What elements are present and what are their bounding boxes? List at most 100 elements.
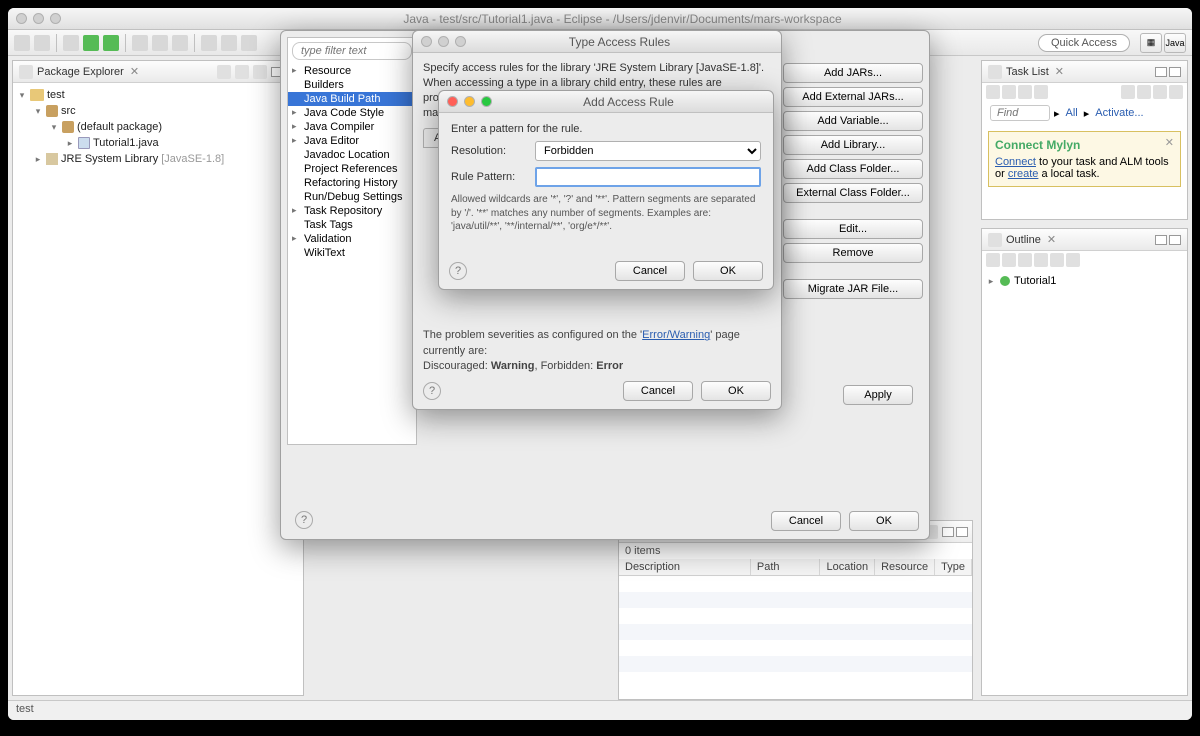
minimize-icon[interactable] (464, 96, 475, 107)
java-perspective-button[interactable]: Java (1164, 33, 1186, 53)
window-traffic-lights[interactable] (16, 13, 61, 24)
list-item[interactable]: Resource (288, 64, 416, 78)
hide-fields-icon[interactable] (1002, 253, 1016, 267)
list-item[interactable]: WikiText (288, 246, 416, 260)
task-all-link[interactable]: All (1066, 107, 1078, 119)
new-package-icon[interactable] (132, 35, 148, 51)
list-item[interactable]: Java Code Style (288, 106, 416, 120)
ok-button[interactable]: OK (701, 381, 771, 401)
add-external-jars-button[interactable]: Add External JARs... (783, 87, 923, 107)
run-icon[interactable] (83, 35, 99, 51)
maximize-pane-icon[interactable] (1169, 67, 1181, 77)
help-icon[interactable]: ? (449, 262, 467, 280)
minimize-icon[interactable] (33, 13, 44, 24)
close-icon[interactable] (447, 96, 458, 107)
close-icon[interactable] (16, 13, 27, 24)
schedule-icon[interactable] (1018, 85, 1032, 99)
categorize-icon[interactable] (1002, 85, 1016, 99)
column-header[interactable]: Type (935, 559, 972, 575)
minimize-pane-icon[interactable] (942, 527, 954, 537)
column-header[interactable]: Location (820, 559, 875, 575)
list-item[interactable]: Builders (288, 78, 416, 92)
column-header[interactable]: Path (751, 559, 821, 575)
tree-item[interactable]: JRE System Library (61, 153, 158, 165)
list-item[interactable]: Task Tags (288, 218, 416, 232)
tree-item[interactable]: (default package) (77, 121, 162, 133)
close-icon[interactable]: ✕ (130, 65, 139, 78)
minimize-pane-icon[interactable] (1155, 67, 1167, 77)
maximize-pane-icon[interactable] (956, 527, 968, 537)
close-icon[interactable] (421, 36, 432, 47)
category-list[interactable]: Resource Builders Java Build Path Java C… (288, 64, 416, 260)
filter-input[interactable] (292, 42, 412, 60)
apply-button[interactable]: Apply (843, 385, 913, 405)
menu-icon[interactable] (1169, 85, 1183, 99)
view-menu-icon[interactable] (253, 65, 267, 79)
mylyn-create-link[interactable]: create (1008, 168, 1039, 180)
minimize-icon[interactable] (438, 36, 449, 47)
list-item[interactable]: Java Compiler (288, 120, 416, 134)
column-header[interactable]: Description (619, 559, 751, 575)
close-icon[interactable]: ✕ (1165, 136, 1174, 149)
minimize-pane-icon[interactable] (1155, 235, 1167, 245)
open-perspective-button[interactable]: ▦ (1140, 33, 1162, 53)
filter-icon[interactable] (1153, 85, 1167, 99)
collapse-all-icon[interactable] (217, 65, 231, 79)
zoom-icon[interactable] (50, 13, 61, 24)
hide-nonpublic-icon[interactable] (1034, 253, 1048, 267)
migrate-jar-button[interactable]: Migrate JAR File... (783, 279, 923, 299)
hide-local-icon[interactable] (1050, 253, 1064, 267)
quick-access-input[interactable]: Quick Access (1038, 34, 1130, 52)
add-variable-button[interactable]: Add Variable... (783, 111, 923, 131)
add-class-folder-button[interactable]: Add Class Folder... (783, 159, 923, 179)
list-item[interactable]: Refactoring History (288, 176, 416, 190)
edit-button[interactable]: Edit... (783, 219, 923, 239)
list-item[interactable]: Validation (288, 232, 416, 246)
cancel-button[interactable]: Cancel (771, 511, 841, 531)
list-item[interactable]: Java Editor (288, 134, 416, 148)
remove-button[interactable]: Remove (783, 243, 923, 263)
cancel-button[interactable]: Cancel (623, 381, 693, 401)
tree-item[interactable]: src (61, 105, 76, 117)
outline-item[interactable]: ▸Tutorial1 (986, 273, 1183, 289)
sync-icon[interactable] (1121, 85, 1135, 99)
list-item[interactable]: Task Repository (288, 204, 416, 218)
new-task-icon[interactable] (986, 85, 1000, 99)
tree-item[interactable]: test (47, 89, 65, 101)
ok-button[interactable]: OK (849, 511, 919, 531)
column-header[interactable]: Resource (875, 559, 935, 575)
sort-icon[interactable] (986, 253, 1000, 267)
package-explorer-tree[interactable]: ▾test ▾src ▾(default package) ▸Tutorial1… (13, 83, 303, 171)
error-warning-link[interactable]: Error/Warning (642, 329, 710, 341)
list-item[interactable]: Javadoc Location (288, 148, 416, 162)
save-icon[interactable] (34, 35, 50, 51)
rule-pattern-input[interactable] (535, 167, 761, 187)
add-external-class-folder-button[interactable]: External Class Folder... (783, 183, 923, 203)
list-item[interactable]: Java Build Path (288, 92, 416, 106)
maximize-pane-icon[interactable] (1169, 235, 1181, 245)
debug-icon[interactable] (63, 35, 79, 51)
add-jars-button[interactable]: Add JARs... (783, 63, 923, 83)
close-icon[interactable]: ✕ (1047, 233, 1056, 246)
back-icon[interactable] (221, 35, 237, 51)
task-find-input[interactable] (990, 105, 1050, 121)
ok-button[interactable]: OK (693, 261, 763, 281)
help-icon[interactable]: ? (295, 511, 313, 529)
zoom-icon[interactable] (455, 36, 466, 47)
collapse-icon[interactable] (1137, 85, 1151, 99)
add-library-button[interactable]: Add Library... (783, 135, 923, 155)
new-class-icon[interactable] (152, 35, 168, 51)
hide-static-icon[interactable] (1018, 253, 1032, 267)
resolution-select[interactable]: Forbidden (535, 141, 761, 161)
list-item[interactable]: Project References (288, 162, 416, 176)
focus-icon[interactable] (1066, 253, 1080, 267)
run-last-icon[interactable] (103, 35, 119, 51)
cancel-button[interactable]: Cancel (615, 261, 685, 281)
help-icon[interactable]: ? (423, 382, 441, 400)
mylyn-connect-link[interactable]: Connect (995, 156, 1036, 168)
list-item[interactable]: Run/Debug Settings (288, 190, 416, 204)
search-icon[interactable] (201, 35, 217, 51)
link-editor-icon[interactable] (235, 65, 249, 79)
tree-item[interactable]: Tutorial1.java (93, 137, 159, 149)
refresh-icon[interactable] (1034, 85, 1048, 99)
